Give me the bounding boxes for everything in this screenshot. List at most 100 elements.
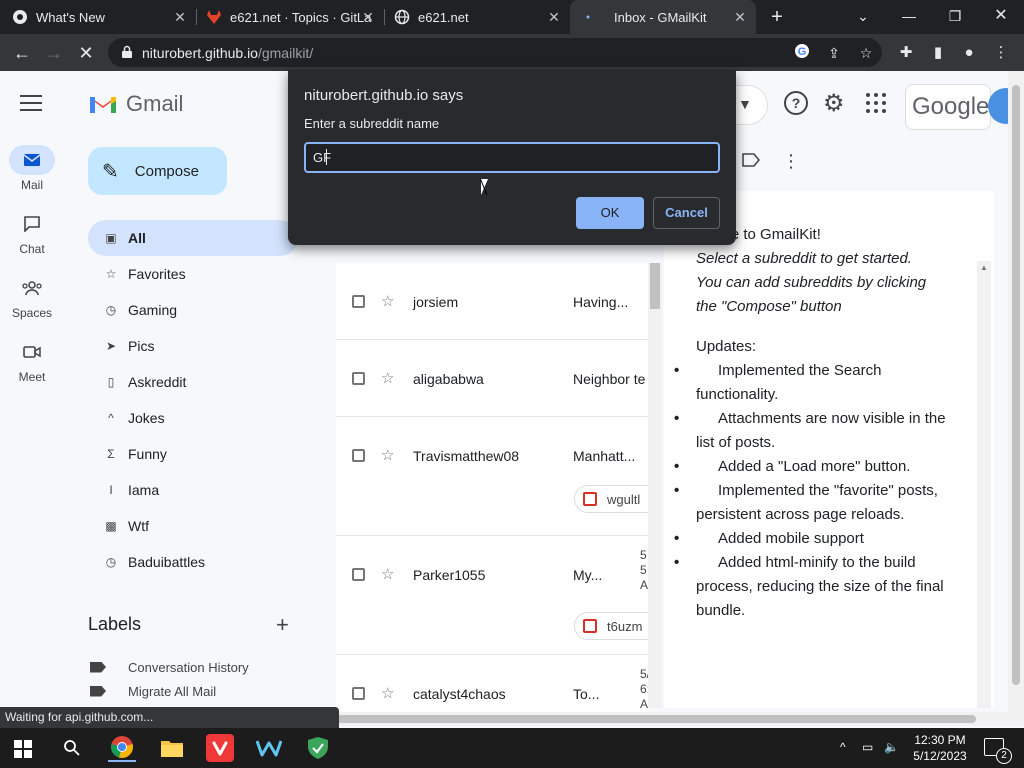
list-item: Added mobile support bbox=[674, 527, 952, 551]
row-checkbox[interactable] bbox=[352, 449, 365, 462]
profile-icon[interactable]: ● bbox=[958, 42, 980, 64]
tab-e621[interactable]: e621.net ✕ bbox=[384, 0, 570, 34]
attachment-chip[interactable]: t6uzm bbox=[574, 612, 648, 640]
ok-button[interactable]: OK bbox=[576, 197, 644, 229]
table-row[interactable]: ☆ aligababwa Neighbor te bbox=[336, 340, 648, 417]
dropdown-arrow-icon: ▼ bbox=[738, 96, 752, 112]
star-icon: ☆ bbox=[105, 267, 117, 281]
nav-item-wtf[interactable]: ▩ Wtf bbox=[88, 508, 298, 544]
loading-icon bbox=[580, 9, 596, 25]
table-row[interactable]: ☆ Travismatthew08 Manhatt... wgultl bbox=[336, 417, 648, 536]
address-bar[interactable]: niturobert.github.io/gmailkit/ G ⇪ ☆ bbox=[108, 38, 882, 67]
back-button[interactable]: ← bbox=[10, 41, 34, 65]
tab-gmailkit[interactable]: Inbox - GMailKit ✕ bbox=[570, 0, 756, 34]
chrome-taskbar-icon[interactable] bbox=[108, 734, 136, 762]
shield-app-icon[interactable] bbox=[304, 734, 332, 762]
close-tab-icon[interactable]: ✕ bbox=[546, 9, 562, 25]
url-text[interactable]: niturobert.github.io/gmailkit/ bbox=[142, 45, 313, 61]
nav-item-pics[interactable]: ➤ Pics bbox=[88, 328, 298, 364]
bookmark-star-icon[interactable]: ☆ bbox=[856, 43, 876, 63]
windows-taskbar: ^ ▭ 🔈 12:30 PM 5/12/2023 2 bbox=[0, 728, 1024, 768]
label-item[interactable]: Migrate All Mail bbox=[90, 681, 216, 701]
inbox-icon: ▣ bbox=[105, 231, 117, 245]
close-tab-icon[interactable]: ✕ bbox=[360, 9, 376, 25]
lock-icon[interactable] bbox=[120, 45, 134, 59]
tab-whats-new[interactable]: What's New ✕ bbox=[12, 0, 197, 34]
label-item[interactable]: Conversation History bbox=[90, 657, 249, 677]
help-icon[interactable]: ? bbox=[784, 91, 808, 115]
table-row[interactable]: ☆ catalyst4chaos To... 5/16:5AM bbox=[336, 655, 648, 713]
minimize-button[interactable]: — bbox=[886, 0, 932, 34]
compose-button[interactable]: ✎ Compose bbox=[88, 147, 227, 195]
table-row[interactable]: ☆ Parker1055 My... 55A t6uzm bbox=[336, 536, 648, 655]
rail-item-chat[interactable]: Chat bbox=[0, 209, 64, 256]
search-filter-button[interactable]: ▼ bbox=[736, 85, 768, 125]
table-row[interactable]: ☆ jorsiem Having... bbox=[336, 263, 648, 340]
vivaldi-icon[interactable] bbox=[206, 734, 234, 762]
windows-start-icon[interactable] bbox=[14, 740, 32, 758]
star-icon[interactable]: ☆ bbox=[381, 292, 394, 310]
row-checkbox[interactable] bbox=[352, 372, 365, 385]
chrome-icon bbox=[12, 9, 28, 25]
restore-button[interactable]: ❐ bbox=[932, 0, 978, 34]
post-list: ☆ jorsiem Having... ☆ aligababwa Neighbo… bbox=[336, 263, 648, 713]
more-options-icon[interactable]: ⋮ bbox=[782, 151, 800, 172]
file-explorer-icon[interactable] bbox=[158, 734, 186, 762]
menu-icon[interactable]: ⋮ bbox=[990, 42, 1012, 64]
list-item: Implemented the "favorite" posts, persis… bbox=[674, 479, 952, 527]
nav-item-baduibattles[interactable]: ◷ Baduibattles bbox=[88, 544, 298, 580]
rail-item-mail[interactable]: Mail bbox=[0, 145, 64, 192]
post-list-scrollbar[interactable] bbox=[648, 263, 662, 708]
search-icon[interactable] bbox=[58, 734, 86, 762]
tab-title: What's New bbox=[36, 9, 105, 25]
clock-icon: ◷ bbox=[105, 303, 117, 317]
nav-item-askreddit[interactable]: ▯ Askreddit bbox=[88, 364, 298, 400]
gmail-logo[interactable]: Gmail bbox=[88, 89, 183, 119]
volume-icon[interactable]: 🔈 bbox=[884, 740, 899, 754]
new-tab-button[interactable]: + bbox=[766, 6, 788, 28]
add-label-icon[interactable]: + bbox=[276, 612, 289, 638]
share-icon[interactable]: ⇪ bbox=[824, 43, 844, 63]
nav-item-favorites[interactable]: ☆ Favorites bbox=[88, 256, 298, 292]
page-vertical-scrollbar[interactable] bbox=[1008, 71, 1024, 712]
reader-scrollbar[interactable]: ▲ bbox=[977, 261, 991, 708]
show-hidden-icons-icon[interactable]: ^ bbox=[840, 740, 846, 754]
row-checkbox[interactable] bbox=[352, 568, 365, 581]
nav-item-iama[interactable]: I Iama bbox=[88, 472, 298, 508]
attachment-chip[interactable]: wgultl bbox=[574, 485, 648, 513]
google-lens-icon[interactable]: G bbox=[792, 43, 812, 63]
subreddit-name-input[interactable] bbox=[304, 142, 720, 173]
row-checkbox[interactable] bbox=[352, 687, 365, 700]
list-item: Added a "Load more" button. bbox=[674, 455, 952, 479]
extensions-icon[interactable]: ✚ bbox=[895, 42, 917, 64]
nav-item-jokes[interactable]: ^ Jokes bbox=[88, 400, 298, 436]
row-checkbox[interactable] bbox=[352, 295, 365, 308]
forward-button[interactable]: → bbox=[42, 41, 66, 65]
google-account-badge[interactable]: Google bbox=[905, 84, 991, 130]
star-icon[interactable]: ☆ bbox=[381, 446, 394, 464]
taskbar-clock[interactable]: 12:30 PM 5/12/2023 bbox=[900, 732, 980, 764]
star-icon[interactable]: ☆ bbox=[381, 565, 394, 583]
settings-gear-icon[interactable]: ⚙ bbox=[823, 89, 845, 118]
rail-item-meet[interactable]: Meet bbox=[0, 337, 64, 384]
nav-item-all[interactable]: ▣ All bbox=[88, 220, 298, 256]
stop-button[interactable]: ✕ bbox=[74, 41, 98, 65]
nav-item-funny[interactable]: Σ Funny bbox=[88, 436, 298, 472]
side-panel-icon[interactable]: ▮ bbox=[927, 42, 949, 64]
cancel-button[interactable]: Cancel bbox=[653, 197, 720, 229]
star-icon[interactable]: ☆ bbox=[381, 684, 394, 702]
nav-item-gaming[interactable]: ◷ Gaming bbox=[88, 292, 298, 328]
rail-item-spaces[interactable]: Spaces bbox=[0, 273, 64, 320]
tab-gitlab[interactable]: e621.net · Topics · GitLa ✕ bbox=[196, 0, 385, 34]
close-window-button[interactable]: ✕ bbox=[978, 0, 1024, 34]
apps-grid-icon[interactable] bbox=[866, 93, 886, 113]
tab-search-icon[interactable]: ⌄ bbox=[840, 0, 886, 34]
close-tab-icon[interactable]: ✕ bbox=[732, 9, 748, 25]
close-tab-icon[interactable]: ✕ bbox=[172, 9, 188, 25]
star-icon[interactable]: ☆ bbox=[381, 369, 394, 387]
network-icon[interactable]: ▭ bbox=[862, 740, 873, 754]
hamburger-menu-icon[interactable] bbox=[20, 95, 42, 111]
scroll-up-icon[interactable]: ▲ bbox=[980, 263, 988, 272]
label-toolbar-icon[interactable] bbox=[742, 153, 761, 172]
app-icon-w[interactable] bbox=[255, 734, 283, 762]
